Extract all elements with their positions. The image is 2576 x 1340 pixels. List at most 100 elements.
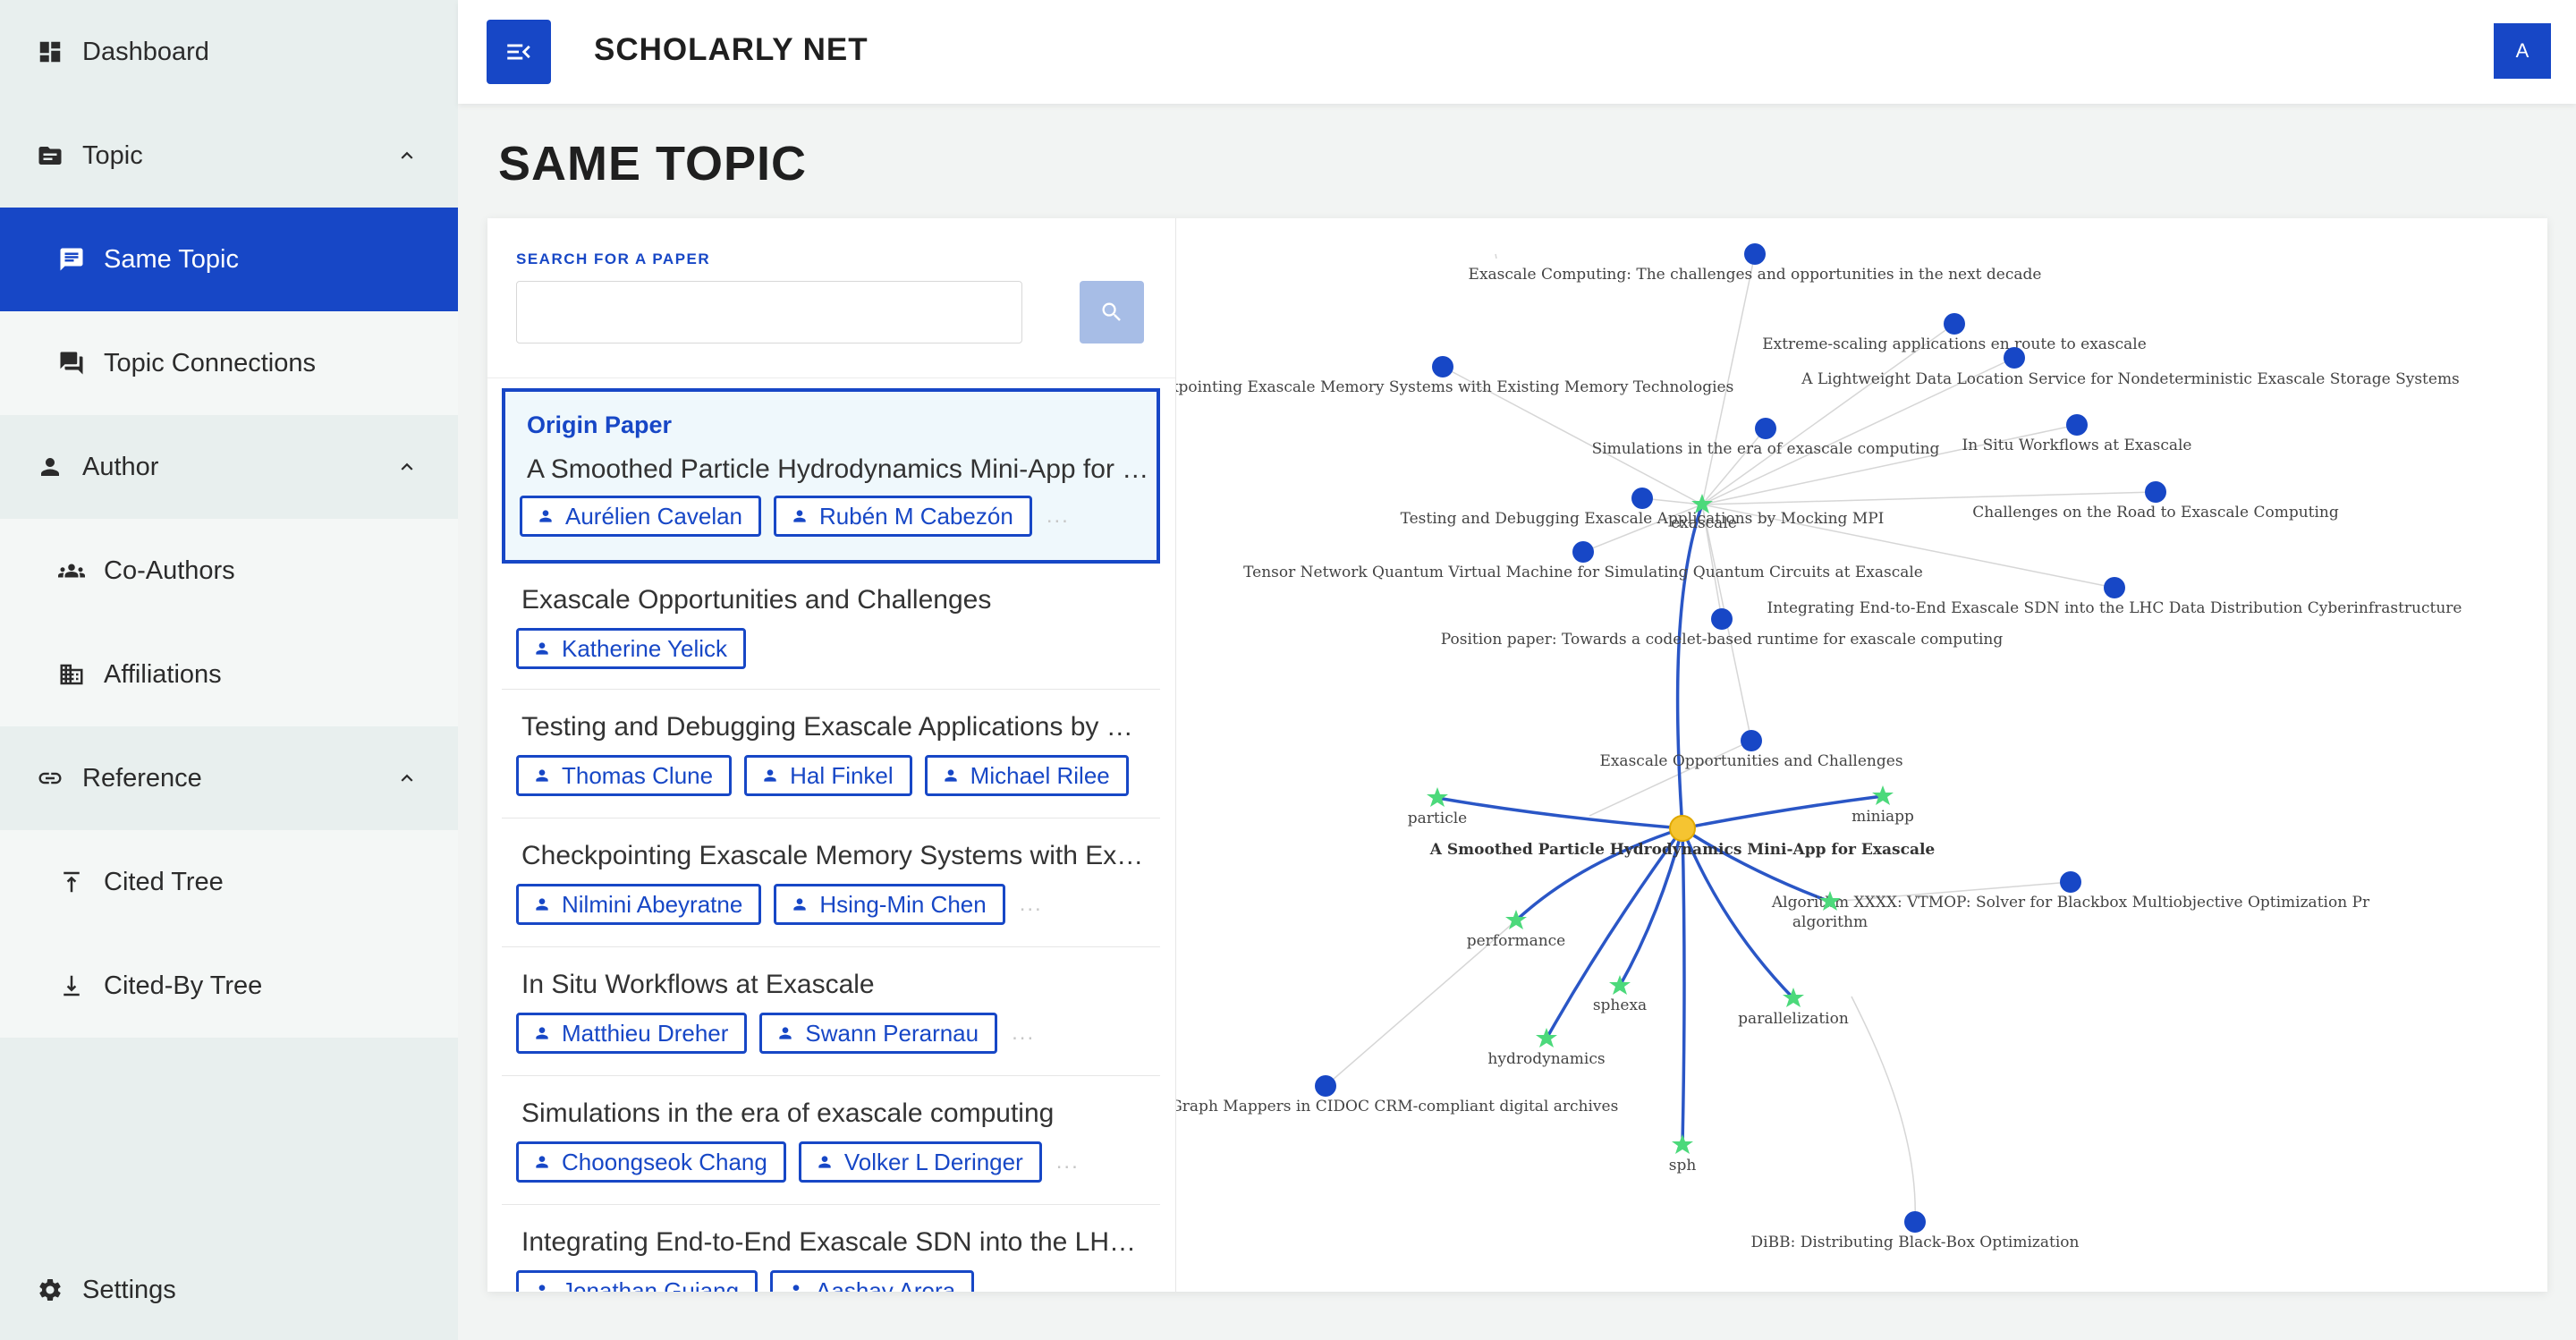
paper-node: [2104, 577, 2125, 598]
more-authors[interactable]: ...: [1020, 892, 1043, 917]
author-name: Nilmini Abeyratne: [562, 890, 743, 918]
main-card: SEARCH FOR A PAPER Origin Paper A Smooth…: [487, 218, 2547, 1292]
paper-node-label: eckpointing Exascale Memory Systems with…: [1176, 378, 1733, 396]
divider: [502, 1204, 1160, 1205]
paper-node-label: Simulations in the era of exascale compu…: [1592, 440, 1940, 458]
paper-node-label: bases and Object-Graph Mappers in CIDOC …: [1176, 1098, 1618, 1115]
author-name: Thomas Clune: [562, 761, 714, 789]
author-chip[interactable]: Swann Perarnau: [759, 1013, 998, 1054]
topic-node: [1536, 1028, 1557, 1047]
nav-cited-tree[interactable]: Cited Tree: [0, 830, 458, 934]
author-name: Aashay Arora: [816, 1276, 956, 1293]
group-icon: [57, 556, 86, 585]
paper-title: Checkpointing Exascale Memory Systems wi…: [521, 841, 1148, 870]
graph-edge: [1681, 827, 1686, 1146]
topic-node-label: exascale: [1671, 514, 1737, 532]
topic-node-label: particle: [1408, 810, 1467, 827]
author-chip[interactable]: Matthieu Dreher: [516, 1013, 748, 1054]
nav-author[interactable]: Author: [0, 415, 458, 519]
origin-node: [1669, 815, 1696, 842]
paper-node: [1904, 1211, 1926, 1233]
paper-card[interactable]: Integrating End-to-End Exascale SDN into…: [502, 1215, 1160, 1292]
author-chips: Matthieu Dreher Swann Perarnau ...: [516, 1013, 1035, 1054]
divider: [502, 946, 1160, 947]
person-icon: [536, 1027, 548, 1039]
more-authors[interactable]: ...: [1046, 504, 1070, 529]
paper-card[interactable]: Checkpointing Exascale Memory Systems wi…: [502, 828, 1160, 945]
avatar[interactable]: A: [2494, 23, 2551, 79]
author-chips: Choongseok Chang Volker L Deringer ...: [516, 1141, 1080, 1183]
more-authors[interactable]: ...: [1056, 1149, 1080, 1175]
link-icon: [36, 764, 64, 793]
chevron-up-icon[interactable]: [395, 455, 419, 479]
author-name: Jonathan Guiang: [562, 1276, 740, 1293]
search-button[interactable]: [1080, 281, 1144, 343]
paper-title: A Smoothed Particle Hydrodynamics Mini-A…: [527, 454, 1149, 484]
nav-settings[interactable]: Settings: [0, 1238, 458, 1340]
chevron-up-icon[interactable]: [395, 144, 419, 167]
nav-topic-label: Topic: [82, 140, 143, 170]
paper-node-label: Exascale Opportunities and Challenges: [1599, 752, 1902, 770]
chevron-up-icon[interactable]: [395, 767, 419, 790]
person-icon: [818, 1156, 831, 1168]
origin-paper-label: Origin Paper: [527, 411, 673, 438]
paper-card[interactable]: Exascale Opportunities and Challenges Ka…: [502, 572, 1160, 689]
author-chip[interactable]: Jonathan Guiang: [516, 1270, 758, 1292]
paper-nodes: Exascale Computing: The challenges and o…: [1176, 243, 2462, 1251]
paper-node-label: DiBB: Distributing Black-Box Optimizatio…: [1751, 1234, 2080, 1251]
author-chip[interactable]: Hsing-Min Chen: [774, 884, 1005, 925]
divider: [502, 689, 1160, 690]
origin-paper-card[interactable]: Origin Paper A Smoothed Particle Hydrody…: [502, 388, 1160, 564]
author-chip[interactable]: Michael Rilee: [924, 755, 1129, 796]
author-chip[interactable]: Aashay Arora: [770, 1270, 975, 1293]
topic-graph[interactable]: Exascale Computing: The challenges and o…: [1176, 218, 2547, 1292]
page-title: SAME TOPIC: [498, 137, 808, 191]
topic-node: [1427, 787, 1448, 807]
paper-node-label: Testing and Debugging Exascale Applicati…: [1401, 510, 1885, 528]
paper-card[interactable]: Testing and Debugging Exascale Applicati…: [502, 700, 1160, 816]
graph-edge: [1851, 996, 1916, 1223]
author-chip[interactable]: Nilmini Abeyratne: [516, 884, 762, 925]
paper-node-label: A Lightweight Data Location Service for …: [1801, 370, 2460, 388]
menu-collapse-button[interactable]: [487, 20, 551, 84]
nav-reference[interactable]: Reference: [0, 726, 458, 830]
nav-topic-connections[interactable]: Topic Connections: [0, 311, 458, 415]
author-chips: Katherine Yelick: [516, 628, 758, 669]
topic-node-label: sph: [1669, 1157, 1697, 1175]
graph-edge: [1701, 491, 2157, 505]
paper-card[interactable]: Simulations in the era of exascale compu…: [502, 1086, 1160, 1202]
author-chip[interactable]: Thomas Clune: [516, 755, 733, 796]
paper-node: [1315, 1075, 1336, 1097]
paper-list-panel: SEARCH FOR A PAPER Origin Paper A Smooth…: [487, 218, 1176, 1292]
topic-node-label: hydrodynamics: [1487, 1050, 1605, 1068]
paper-node-label: Integrating End-to-End Exascale SDN into…: [1767, 599, 2462, 617]
more-authors[interactable]: ...: [988, 1278, 1012, 1292]
search-input[interactable]: [516, 281, 1022, 343]
more-authors[interactable]: ...: [1012, 1021, 1035, 1046]
nav-co-authors[interactable]: Co-Authors: [0, 519, 458, 623]
author-chip[interactable]: Volker L Deringer: [798, 1141, 1042, 1183]
nav-same-topic[interactable]: Same Topic: [0, 208, 458, 311]
author-chip[interactable]: Rubén M Cabezón: [774, 496, 1032, 537]
author-chip[interactable]: Hal Finkel: [744, 755, 912, 796]
person-icon: [536, 769, 548, 782]
nav-cited-by-tree[interactable]: Cited-By Tree: [0, 934, 458, 1038]
person-icon: [539, 510, 552, 522]
author-chip[interactable]: Aurélien Cavelan: [520, 496, 762, 537]
paper-node: [1755, 418, 1776, 439]
paper-node: [2145, 481, 2166, 503]
topic-node-label: miniapp: [1852, 808, 1914, 826]
nav-same-topic-label: Same Topic: [104, 244, 239, 274]
author-chip[interactable]: Katherine Yelick: [516, 628, 747, 669]
paper-title: Simulations in the era of exascale compu…: [521, 1098, 1055, 1128]
nav-topic[interactable]: Topic: [0, 104, 458, 208]
author-chip[interactable]: Choongseok Chang: [516, 1141, 786, 1183]
author-name: Hsing-Min Chen: [819, 890, 987, 918]
person-icon: [536, 642, 548, 655]
nav-affiliations[interactable]: Affiliations: [0, 623, 458, 726]
nav-topic-connections-label: Topic Connections: [104, 348, 316, 377]
nav-author-label: Author: [82, 452, 159, 481]
graph-canvas[interactable]: Exascale Computing: The challenges and o…: [1176, 218, 2547, 1292]
paper-card[interactable]: In Situ Workflows at Exascale Matthieu D…: [502, 957, 1160, 1073]
nav-dashboard[interactable]: Dashboard: [0, 0, 458, 104]
